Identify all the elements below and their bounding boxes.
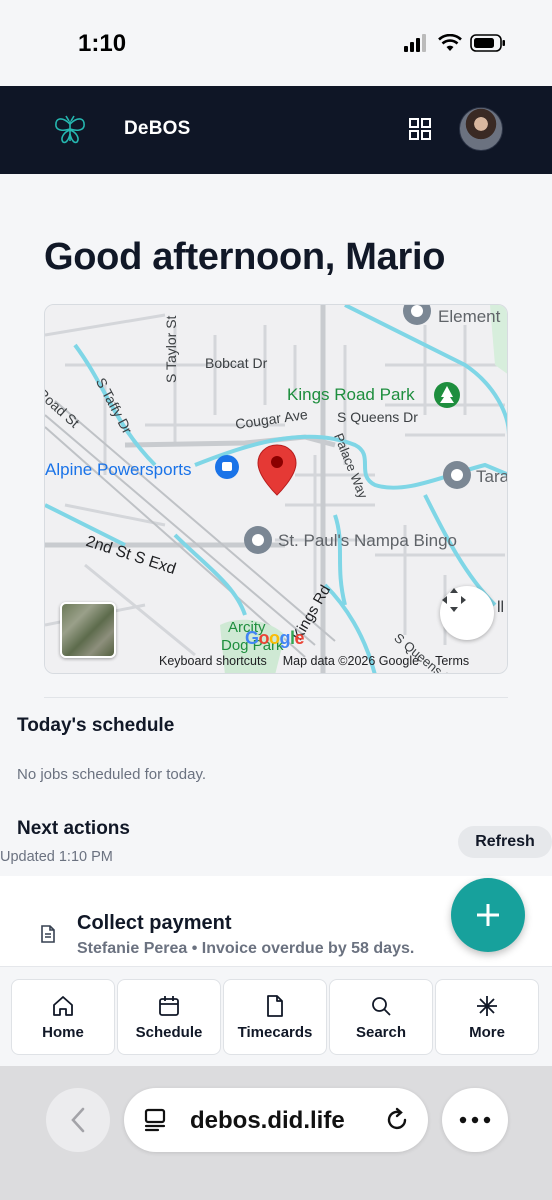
plus-icon — [477, 904, 499, 926]
url-text: debos.did.life — [190, 1107, 345, 1134]
nav-search-label: Search — [355, 1023, 407, 1041]
nav-home-label: Home — [42, 1023, 84, 1041]
status-icons — [404, 34, 506, 52]
action-subtitle: Stefanie Perea • Invoice overdue by 58 d… — [77, 940, 415, 957]
status-time: 1:10 — [78, 30, 127, 57]
grid-icon[interactable] — [408, 117, 432, 141]
url-bar[interactable]: debos.did.life — [124, 1088, 428, 1152]
map-label-s-taylor: S Taylor St — [163, 315, 179, 383]
satellite-toggle[interactable] — [60, 602, 116, 658]
reader-icon — [144, 1108, 166, 1132]
terms-link[interactable]: Terms — [435, 654, 469, 668]
nav-more-label: More — [469, 1023, 505, 1041]
home-icon — [53, 995, 73, 1016]
schedule-title: Today's schedule — [17, 715, 175, 736]
map-label-alpine: Alpine Powersports — [45, 460, 192, 479]
map-label-tara: Tara — [476, 467, 508, 486]
refresh-button[interactable]: Refresh — [458, 826, 552, 858]
nav-timecards[interactable]: Timecards — [223, 979, 327, 1055]
updated-timestamp: Updated 1:10 PM — [0, 849, 113, 865]
asterisk-icon — [477, 995, 497, 1016]
action-title: Collect payment — [77, 912, 232, 934]
browser-back-button[interactable] — [46, 1088, 110, 1152]
reload-icon[interactable] — [384, 1107, 410, 1133]
file-icon — [267, 994, 283, 1017]
nav-schedule[interactable]: Schedule — [117, 979, 221, 1055]
chevron-left-icon — [71, 1107, 85, 1133]
avatar[interactable] — [459, 107, 503, 151]
nav-search[interactable]: Search — [329, 979, 433, 1055]
nav-schedule-label: Schedule — [135, 1023, 203, 1041]
schedule-empty-text: No jobs scheduled for today. — [17, 766, 207, 783]
moth-logo-icon[interactable] — [52, 112, 88, 148]
nav-more[interactable]: More — [435, 979, 539, 1055]
map[interactable]: Element S Taylor St Bobcat Dr S Taffy Dr… — [44, 304, 508, 674]
map-data-attribution: Map data ©2026 Google — [282, 654, 420, 668]
map-label-element: Element — [438, 307, 501, 326]
browser-more-button[interactable] — [442, 1088, 508, 1152]
map-label-bobcat: Bobcat Dr — [205, 355, 268, 371]
map-label-ll: ll — [497, 599, 505, 616]
document-icon — [41, 925, 55, 943]
nav-home[interactable]: Home — [11, 979, 115, 1055]
wifi-icon — [438, 34, 462, 51]
status-bar: 1:10 — [0, 0, 552, 86]
search-icon — [372, 996, 391, 1016]
recenter-button[interactable] — [440, 586, 494, 640]
recenter-icon — [442, 588, 466, 612]
add-fab-button[interactable] — [451, 878, 525, 952]
bottom-nav: Home Schedule Timecards Search More — [0, 966, 552, 1066]
map-label-s-queens-dr: S Queens Dr — [337, 409, 418, 425]
keyboard-shortcuts-link[interactable]: Keyboard shortcuts — [159, 654, 267, 668]
battery-icon — [470, 34, 505, 52]
app-title: DeBOS — [124, 118, 191, 139]
nav-timecards-label: Timecards — [237, 1023, 313, 1041]
ellipsis-icon — [459, 1116, 491, 1124]
app-header: DeBOS — [0, 86, 552, 174]
signal-icon — [404, 34, 426, 52]
section-divider — [44, 697, 508, 698]
google-wordmark: Google — [245, 628, 305, 648]
map-label-st-pauls: St. Paul's Nampa Bingo — [278, 531, 458, 550]
calendar-icon — [159, 995, 179, 1016]
next-actions-title: Next actions — [17, 818, 130, 839]
map-footer: Keyboard shortcuts Map data ©2026 Google… — [153, 649, 507, 673]
greeting-title: Good afternoon, Mario — [44, 236, 446, 278]
google-logo: Google — [245, 628, 305, 649]
map-label-kings-road-park: Kings Road Park — [287, 385, 415, 404]
browser-toolbar: debos.did.life — [0, 1066, 552, 1200]
